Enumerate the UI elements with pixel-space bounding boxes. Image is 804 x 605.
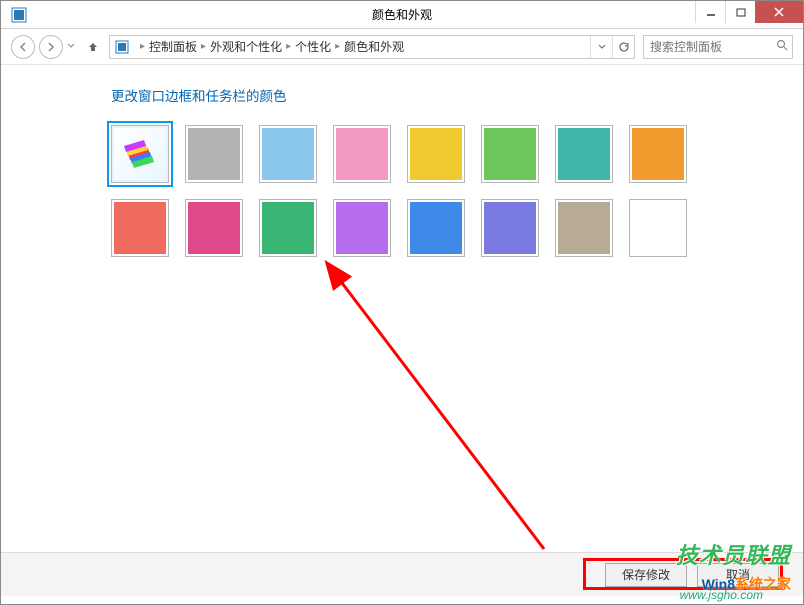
titlebar: 颜色和外观 [1,1,803,29]
up-button[interactable] [85,39,101,55]
color-swatch[interactable] [481,199,539,257]
search-box[interactable] [643,35,793,59]
search-icon[interactable] [776,39,788,54]
address-bar[interactable]: ▸ 控制面板 ▸ 外观和个性化 ▸ 个性化 ▸ 颜色和外观 [109,35,635,59]
footer: 保存修改 取消 [1,552,803,596]
history-dropdown[interactable] [67,41,79,52]
maximize-button[interactable] [725,1,755,23]
address-icon [114,39,130,55]
cancel-button[interactable]: 取消 [697,563,779,587]
save-button[interactable]: 保存修改 [605,563,687,587]
color-swatch[interactable] [185,199,243,257]
breadcrumb-sep: ▸ [282,41,295,52]
breadcrumb-sep: ▸ [331,41,344,52]
breadcrumb-item[interactable]: 控制面板 [149,38,197,55]
minimize-button[interactable] [695,1,725,23]
breadcrumb-item[interactable]: 外观和个性化 [210,38,282,55]
address-dropdown[interactable] [590,36,612,58]
color-swatch[interactable] [259,125,317,183]
color-swatch[interactable] [259,199,317,257]
window-controls [695,1,803,23]
color-swatch[interactable] [333,125,391,183]
breadcrumb-sep: ▸ [197,41,210,52]
search-input[interactable] [650,40,770,54]
page-heading: 更改窗口边框和任务栏的颜色 [111,85,785,105]
breadcrumb-item[interactable]: 个性化 [295,38,331,55]
color-swatch[interactable] [555,125,613,183]
color-swatch[interactable] [111,199,169,257]
color-swatch[interactable] [407,125,465,183]
color-swatch[interactable] [185,125,243,183]
breadcrumb-sep: ▸ [136,41,149,52]
color-swatch[interactable] [629,125,687,183]
window-title: 颜色和外观 [372,6,432,23]
back-button[interactable] [11,35,35,59]
close-button[interactable] [755,1,803,23]
color-swatch[interactable] [481,125,539,183]
breadcrumb-item[interactable]: 颜色和外观 [344,38,404,55]
color-swatch[interactable] [555,199,613,257]
color-swatch[interactable] [629,199,687,257]
color-swatch[interactable] [333,199,391,257]
content-area: 更改窗口边框和任务栏的颜色 [1,65,803,552]
app-icon [9,5,29,25]
forward-button[interactable] [39,35,63,59]
color-swatch[interactable] [407,199,465,257]
refresh-button[interactable] [612,36,634,58]
color-swatch[interactable] [111,125,169,183]
color-swatch-grid [111,125,711,257]
navbar: ▸ 控制面板 ▸ 外观和个性化 ▸ 个性化 ▸ 颜色和外观 [1,29,803,65]
